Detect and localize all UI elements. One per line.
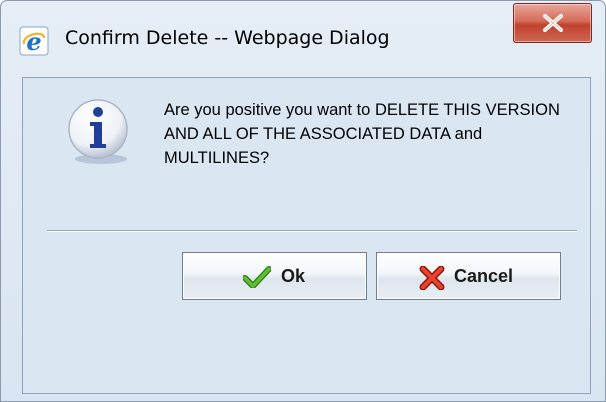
cancel-button-label: Cancel — [454, 266, 514, 286]
ok-button-label: Ok — [281, 266, 306, 286]
red-x-icon — [419, 265, 445, 295]
title-bar[interactable]: e Confirm Delete -- Webpage Dialog — [1, 1, 605, 77]
separator — [47, 230, 577, 232]
info-icon — [63, 95, 135, 167]
window-title: Confirm Delete -- Webpage Dialog — [65, 27, 390, 49]
svg-text:e: e — [26, 27, 41, 56]
close-button[interactable] — [513, 3, 592, 43]
internet-explorer-icon: e — [19, 26, 49, 56]
checkmark-icon — [242, 266, 272, 293]
dialog-body: Are you positive you want to DELETE THIS… — [22, 77, 591, 394]
dialog-window: e Confirm Delete -- Webpage Dialog Are y… — [0, 0, 606, 402]
cancel-button[interactable]: Cancel — [376, 252, 561, 300]
ok-button[interactable]: Ok — [182, 252, 367, 300]
close-icon — [543, 14, 563, 32]
confirmation-message: Are you positive you want to DELETE THIS… — [164, 101, 560, 167]
